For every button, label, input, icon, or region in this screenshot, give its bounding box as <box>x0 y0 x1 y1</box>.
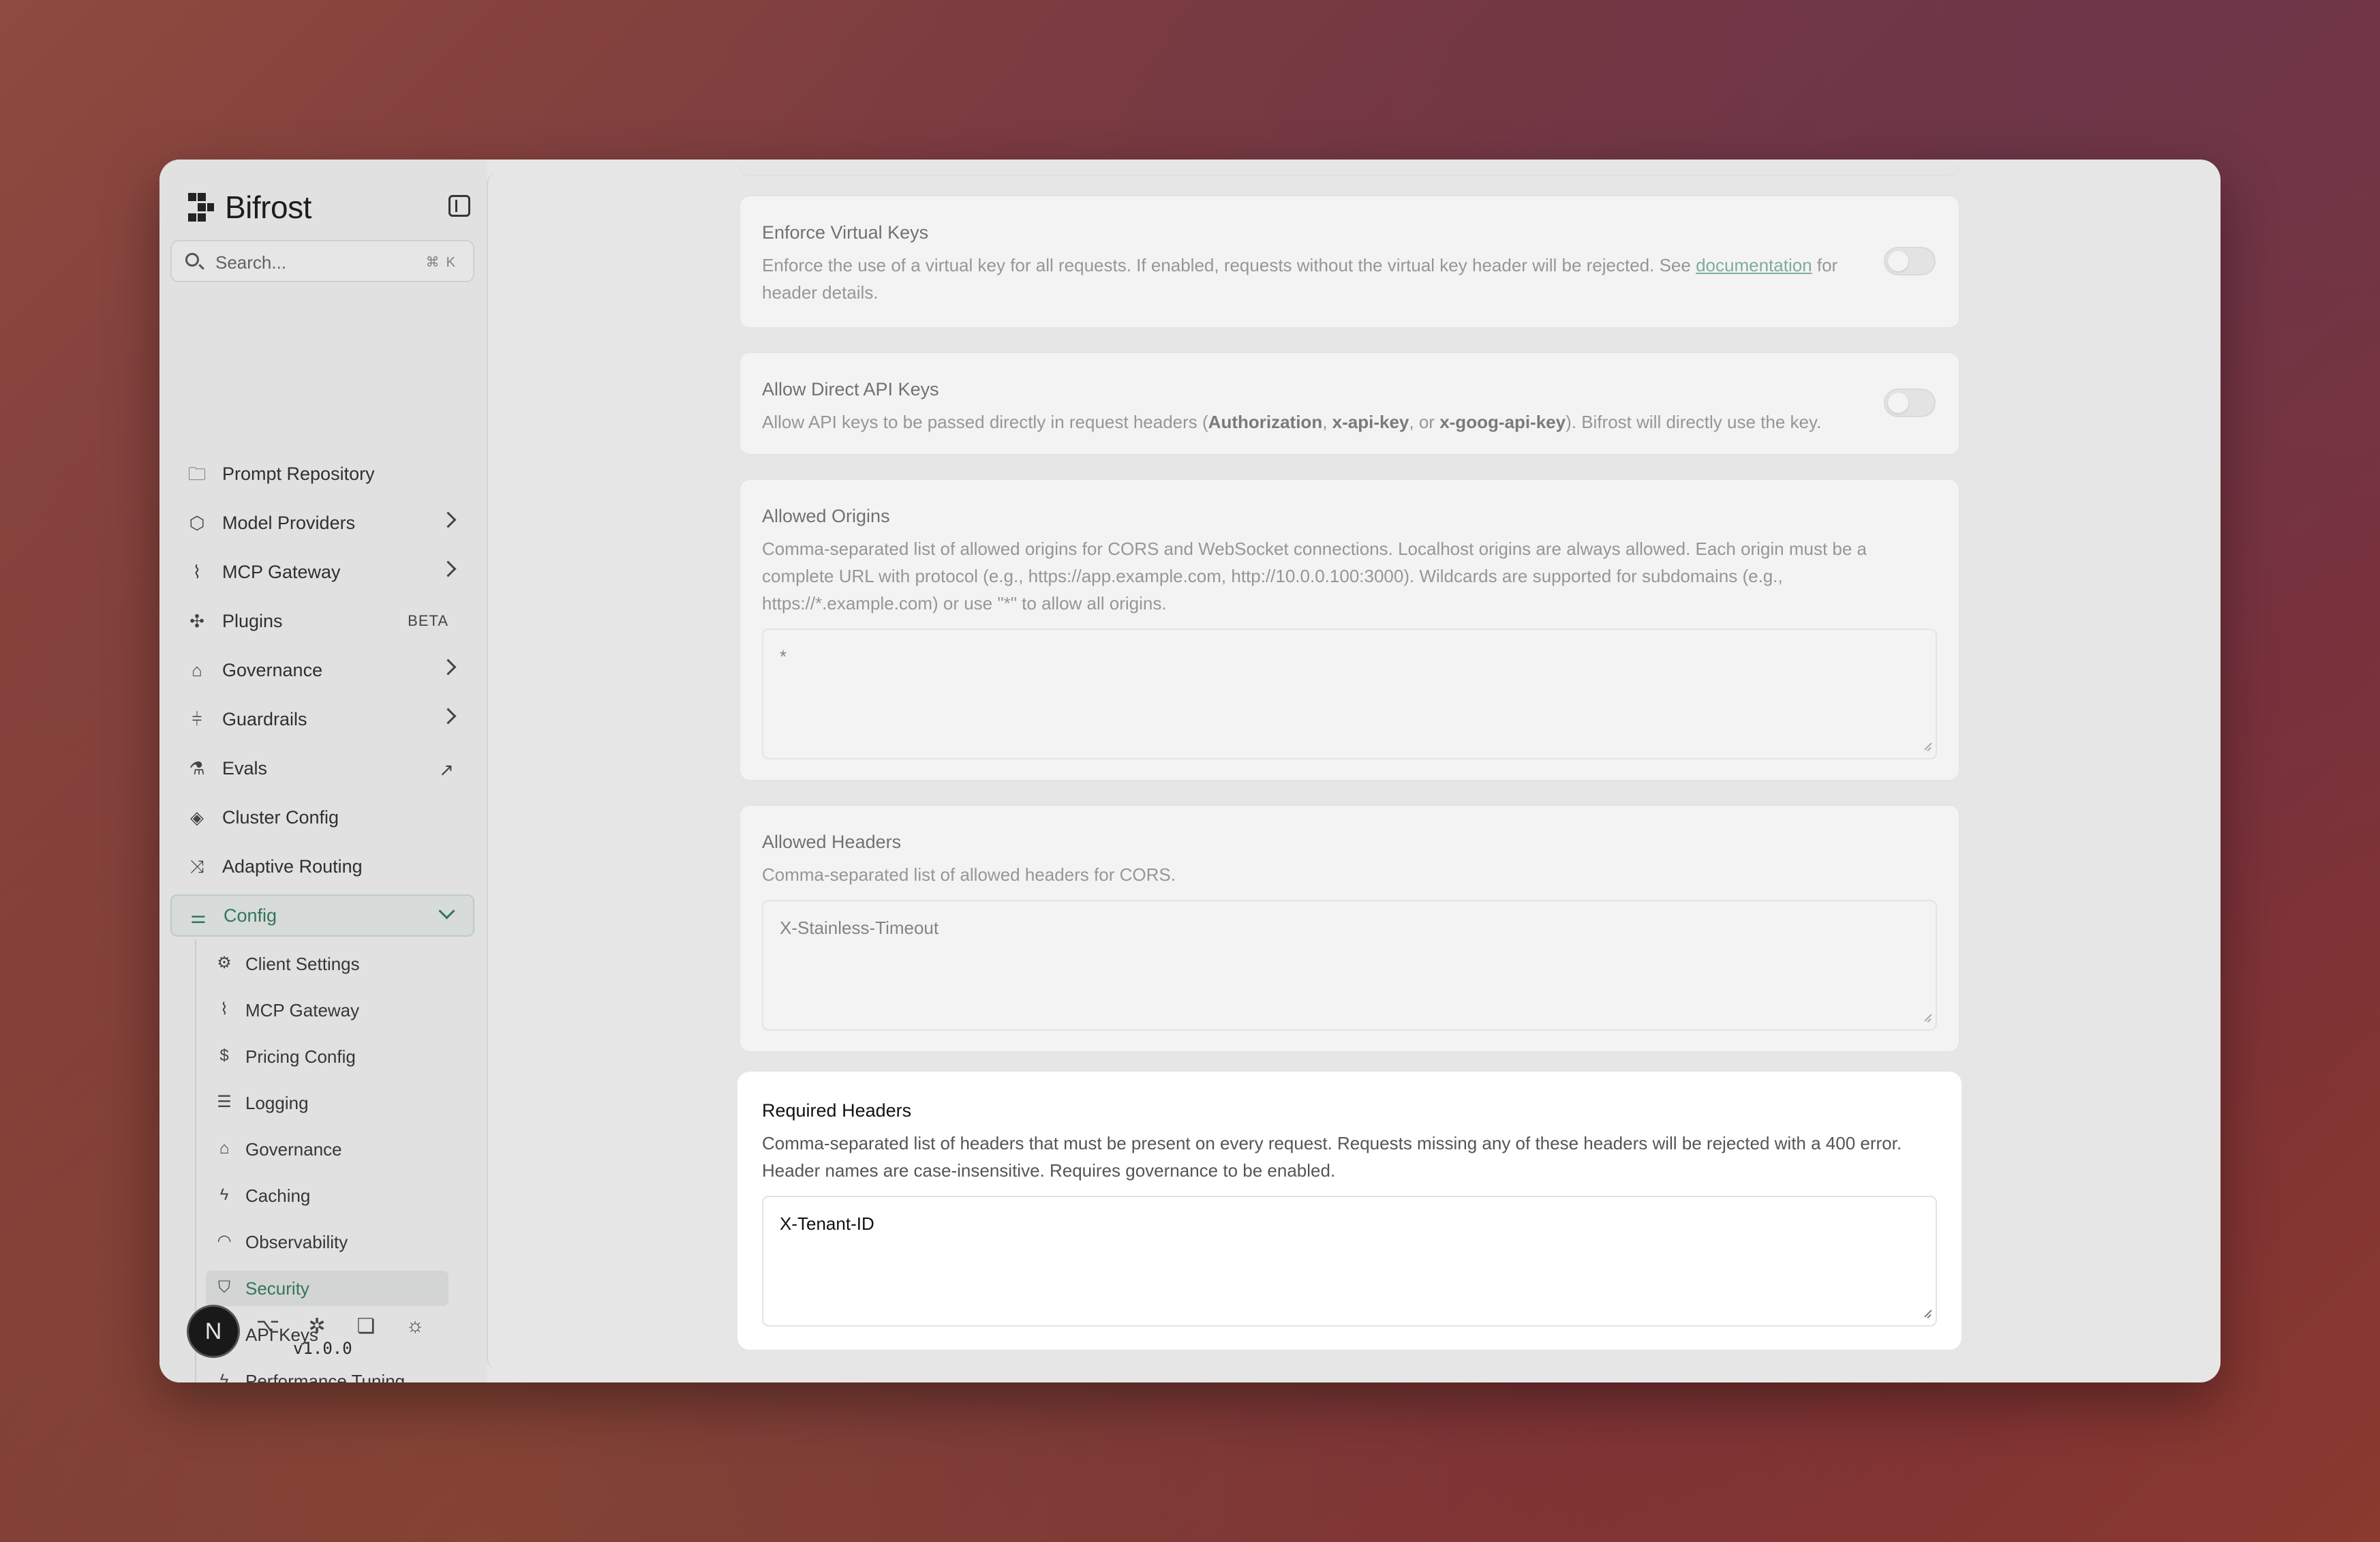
desc-text: Enforce the use of a virtual key for all… <box>762 255 1696 275</box>
settings-panel: Enforce Virtual Keys Enforce the use of … <box>159 160 2221 1382</box>
card-title: Allowed Origins <box>762 506 890 526</box>
resize-handle-icon[interactable] <box>1922 1309 1932 1318</box>
desc-text: , or <box>1409 412 1440 432</box>
enforce-virtual-keys-toggle[interactable] <box>1884 247 1936 275</box>
card-description: Allow API keys to be passed directly in … <box>762 408 1893 436</box>
card-description: Comma-separated list of allowed headers … <box>762 864 1176 885</box>
desc-text: , <box>1322 412 1332 432</box>
documentation-link[interactable]: documentation <box>1696 255 1812 275</box>
card-description: Comma-separated list of headers that mus… <box>762 1133 1902 1181</box>
header-name: Authorization <box>1208 412 1323 432</box>
card-title: Allowed Headers <box>762 832 902 852</box>
header-name: x-goog-api-key <box>1439 412 1566 432</box>
resize-handle-icon[interactable] <box>1922 1013 1932 1023</box>
previous-card-edge <box>739 166 1960 176</box>
allow-direct-api-keys-toggle[interactable] <box>1884 389 1936 417</box>
allow-direct-api-keys-card: Allow Direct API Keys Allow API keys to … <box>739 352 1960 455</box>
header-name: x-api-key <box>1332 412 1409 432</box>
card-title: Enforce Virtual Keys <box>762 222 929 243</box>
allowed-headers-input[interactable]: X-Stainless-Timeout <box>762 900 1937 1031</box>
card-title: Required Headers <box>762 1100 912 1121</box>
allowed-origins-card: Allowed Origins Comma-separated list of … <box>739 479 1960 781</box>
card-title: Allow Direct API Keys <box>762 379 939 399</box>
required-headers-card: Required Headers Comma-separated list of… <box>739 1073 1960 1348</box>
card-description: Enforce the use of a virtual key for all… <box>762 252 1880 306</box>
card-description: Comma-separated list of allowed origins … <box>762 539 1867 614</box>
allowed-origins-input[interactable]: * <box>762 629 1937 759</box>
desc-text: ). Bifrost will directly use the key. <box>1566 412 1822 432</box>
required-headers-input[interactable]: X-Tenant-ID <box>762 1196 1937 1327</box>
desc-text: Allow API keys to be passed directly in … <box>762 412 1208 432</box>
resize-handle-icon[interactable] <box>1922 742 1932 751</box>
allowed-headers-card: Allowed Headers Comma-separated list of … <box>739 804 1960 1053</box>
enforce-virtual-keys-card: Enforce Virtual Keys Enforce the use of … <box>739 195 1960 329</box>
